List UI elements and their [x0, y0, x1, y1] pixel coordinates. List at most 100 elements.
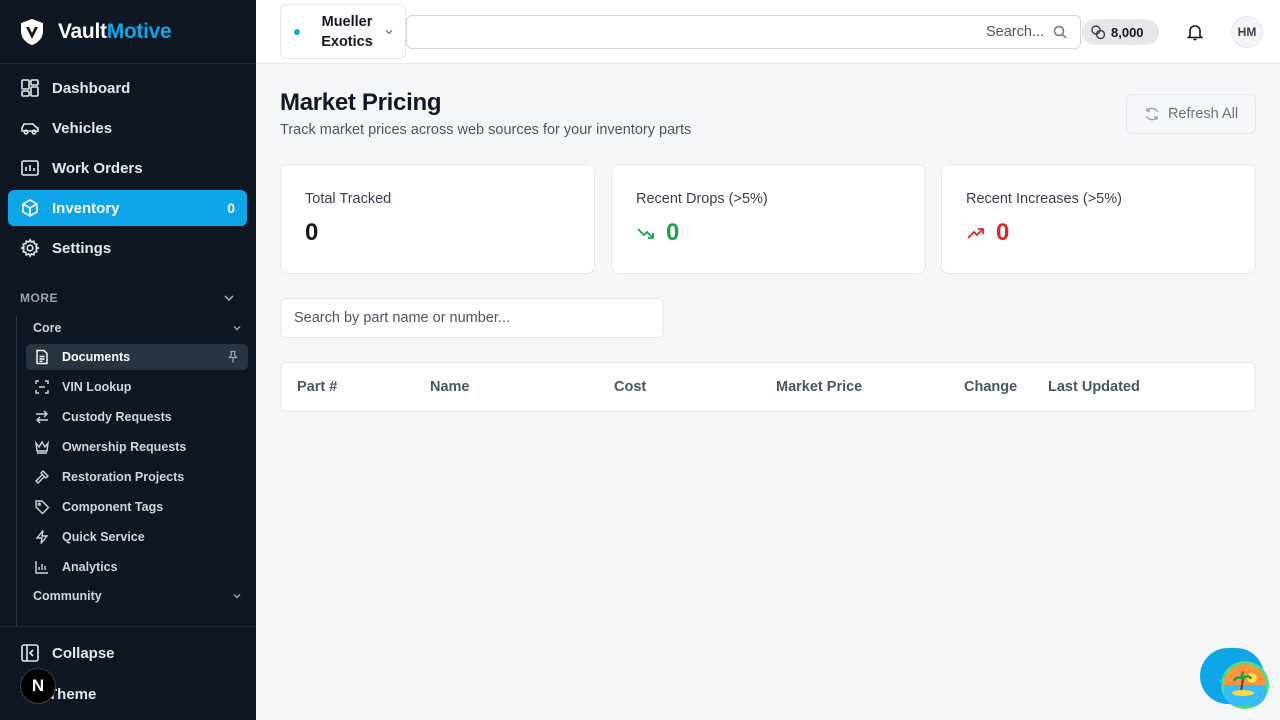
sub-item-label: Restoration Projects	[62, 470, 185, 484]
core-label: Core	[33, 321, 62, 335]
stat-card-total-tracked: Total Tracked 0	[280, 164, 595, 274]
trending-up-icon	[967, 228, 984, 239]
search-icon	[1053, 25, 1067, 39]
stat-label: Recent Increases (>5%)	[966, 191, 1122, 207]
sidebar: VaultMotive Dashboard Vehicles Work Orde…	[0, 0, 256, 720]
scan-icon	[34, 379, 50, 395]
nav-item-label: Dashboard	[52, 79, 131, 97]
stat-value: 0	[966, 219, 1009, 247]
sub-item-label: Component Tags	[62, 500, 164, 514]
car-icon	[20, 118, 40, 138]
shield-logo-icon	[21, 18, 43, 45]
stat-value-text: 0	[666, 219, 680, 246]
topbar: Mueller Exotics Search... 8,000 HM	[256, 0, 1280, 64]
bar-chart-icon	[34, 559, 50, 575]
community-label: Community	[33, 589, 102, 603]
sub-item-label: Analytics	[62, 560, 118, 574]
page-subtitle: Track market prices across web sources f…	[280, 122, 692, 138]
tag-icon	[34, 499, 50, 515]
chevron-down-icon	[224, 295, 234, 302]
sidebar-footer: Collapse Theme N	[0, 626, 256, 720]
global-search-input[interactable]: Search...	[406, 15, 1081, 49]
work-orders-icon	[20, 158, 40, 178]
stat-value: 0	[305, 219, 318, 247]
page-title: Market Pricing	[280, 89, 442, 116]
sub-item-ownership-requests[interactable]: Ownership Requests	[26, 434, 248, 460]
more-section-toggle[interactable]: MORE	[20, 288, 236, 308]
sub-item-documents[interactable]: Documents	[26, 344, 248, 370]
chevron-down-icon	[385, 29, 393, 34]
nav-item-label: Vehicles	[52, 119, 113, 137]
organization-selector[interactable]: Mueller Exotics	[280, 4, 406, 59]
collapse-button[interactable]: Collapse	[20, 643, 115, 663]
part-search-input[interactable]: Search by part name or number...	[280, 298, 664, 338]
stat-label: Total Tracked	[305, 191, 392, 207]
core-items: Documents VIN Lookup Custody Requests Ow…	[26, 344, 248, 580]
column-header-cost[interactable]: Cost	[614, 379, 646, 395]
beach-avatar-icon	[1221, 661, 1269, 709]
core-group-toggle[interactable]: Core	[17, 316, 247, 340]
sub-item-vin-lookup[interactable]: VIN Lookup	[26, 374, 248, 400]
brand-name-part2: Motive	[106, 19, 172, 43]
dev-tools-badge[interactable]: N	[20, 668, 56, 704]
sub-item-component-tags[interactable]: Component Tags	[26, 494, 248, 520]
status-dot-icon	[294, 28, 300, 35]
brand-name-part1: Vault	[58, 19, 107, 43]
refresh-label: Refresh All	[1167, 106, 1239, 122]
stat-value: 0	[636, 219, 679, 247]
collapse-label: Collapse	[52, 644, 115, 662]
inventory-count-badge: 0	[227, 200, 235, 216]
more-label: MORE	[20, 291, 58, 305]
nav-item-label: Work Orders	[52, 159, 143, 177]
column-header-last-updated[interactable]: Last Updated	[1048, 379, 1140, 395]
credits-badge[interactable]: 8,000	[1082, 19, 1159, 45]
hammer-icon	[34, 469, 50, 485]
coins-icon	[1091, 25, 1106, 40]
community-group-toggle[interactable]: Community	[17, 584, 247, 608]
nav-item-settings[interactable]: Settings	[8, 230, 247, 266]
organization-name: Mueller Exotics	[321, 13, 373, 50]
stat-value-text: 0	[305, 219, 319, 246]
stat-card-recent-drops: Recent Drops (>5%) 0	[611, 164, 926, 274]
nav-item-dashboard[interactable]: Dashboard	[8, 70, 247, 106]
assistant-avatar-icon[interactable]	[1221, 661, 1269, 709]
bell-icon[interactable]	[1185, 22, 1205, 42]
refresh-all-button[interactable]: Refresh All	[1126, 94, 1256, 134]
gear-icon	[20, 238, 40, 258]
chevron-down-icon	[233, 593, 241, 599]
column-header-name[interactable]: Name	[430, 379, 470, 395]
sub-item-custody-requests[interactable]: Custody Requests	[26, 404, 248, 430]
column-header-market-price[interactable]: Market Price	[776, 379, 862, 395]
sub-item-restoration-projects[interactable]: Restoration Projects	[26, 464, 248, 490]
column-header-change[interactable]: Change	[964, 379, 1017, 395]
nav-item-work-orders[interactable]: Work Orders	[8, 150, 247, 186]
sub-item-label: VIN Lookup	[62, 380, 132, 394]
credits-value: 8,000	[1111, 24, 1144, 40]
bolt-icon	[34, 529, 50, 545]
search-placeholder: Search...	[985, 24, 1044, 40]
refresh-icon	[1145, 107, 1159, 121]
pin-icon[interactable]	[226, 350, 240, 364]
stat-card-recent-increases: Recent Increases (>5%) 0	[941, 164, 1256, 274]
sub-item-label: Documents	[62, 350, 131, 364]
brand-logo[interactable]: VaultMotive	[0, 0, 256, 64]
brand-name: VaultMotive	[58, 19, 172, 44]
box-icon	[20, 198, 40, 218]
trending-down-icon	[637, 228, 654, 239]
user-avatar[interactable]: HM	[1231, 16, 1263, 48]
sub-item-quick-service[interactable]: Quick Service	[26, 524, 248, 550]
nav-item-label: Settings	[52, 239, 112, 257]
sub-item-analytics[interactable]: Analytics	[26, 554, 248, 580]
nav-item-inventory[interactable]: Inventory 0	[8, 190, 247, 226]
more-group: Core Documents VIN Lookup Custody Reques…	[16, 316, 248, 626]
arrows-swap-icon	[34, 409, 50, 425]
part-search-placeholder: Search by part name or number...	[294, 310, 510, 326]
sub-item-label: Ownership Requests	[62, 440, 187, 454]
nav-item-vehicles[interactable]: Vehicles	[8, 110, 247, 146]
stat-label: Recent Drops (>5%)	[636, 191, 768, 207]
sub-item-label: Custody Requests	[62, 410, 172, 424]
column-header-part-number[interactable]: Part #	[297, 379, 337, 395]
crown-icon	[34, 439, 50, 455]
dashboard-icon	[20, 78, 40, 98]
market-pricing-table: Part # Name Cost Market Price Change Las…	[280, 362, 1256, 412]
